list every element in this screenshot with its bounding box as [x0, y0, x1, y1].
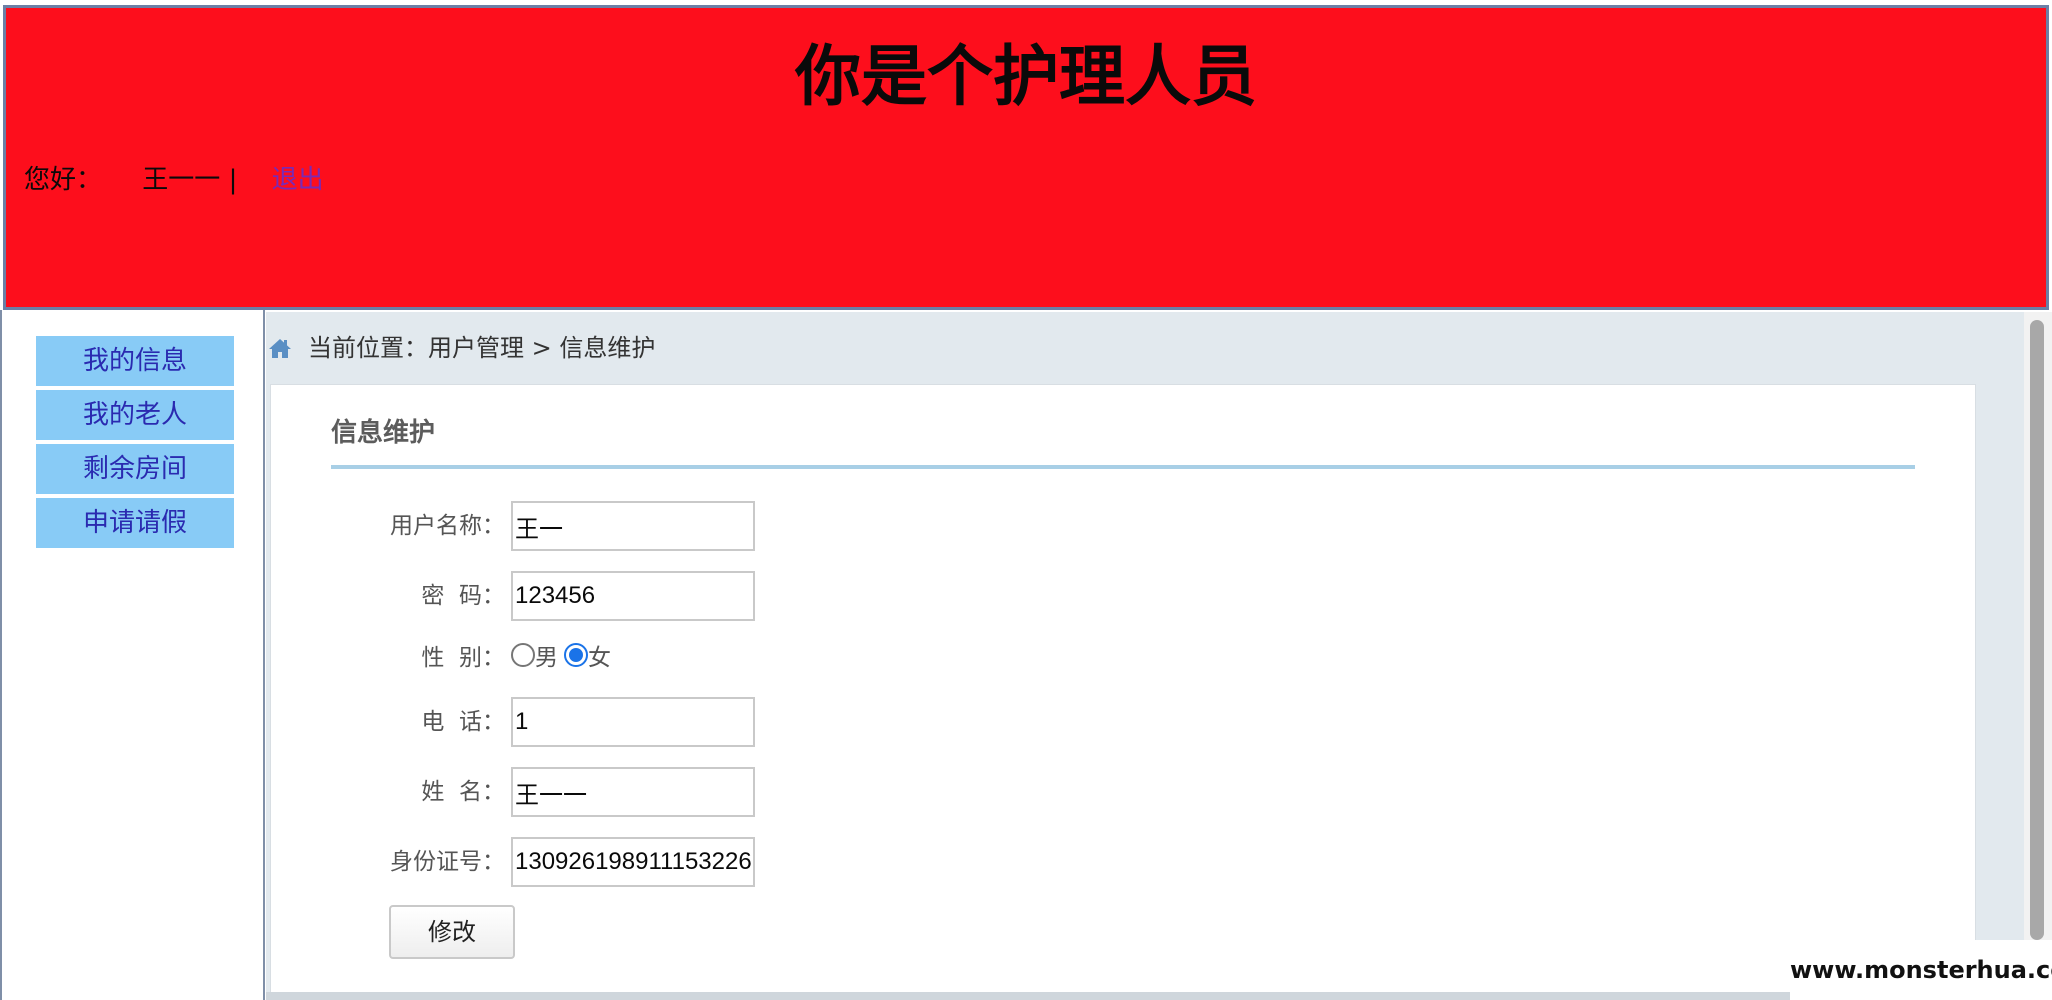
gender-radio-group: 男女 [511, 633, 617, 683]
site-title: 你是个护理人员 [795, 38, 1257, 115]
panel-divider [331, 465, 1915, 469]
header-banner: 你是个护理人员 您好： 王一一 | 退出 [3, 5, 2049, 310]
password-input[interactable] [511, 571, 755, 621]
watermark: www.monsterhua.com [1790, 940, 2052, 1000]
password-label: 密 码： [421, 583, 505, 609]
form-row-phone: 电 话： [271, 697, 871, 747]
username-input[interactable] [511, 501, 755, 551]
home-icon [269, 339, 291, 358]
greeting-separator: | [228, 165, 238, 195]
sidebar: 我的信息 我的老人 剩余房间 申请请假 [0, 310, 265, 1000]
gender-male-label: 男 [535, 645, 558, 671]
idcard-label: 身份证号： [390, 849, 505, 875]
form-row-idcard: 身份证号： [271, 837, 871, 887]
sidebar-item-available-rooms[interactable]: 剩余房间 [36, 444, 234, 494]
form-row-realname: 姓 名： [271, 767, 871, 817]
sidebar-item-my-info[interactable]: 我的信息 [36, 336, 234, 386]
greeting-row: 您好： 王一一 | 退出 [24, 160, 324, 200]
gender-label: 性 别： [421, 645, 505, 671]
sidebar-item-my-elders[interactable]: 我的老人 [36, 390, 234, 440]
sidebar-item-request-leave[interactable]: 申请请假 [36, 498, 234, 548]
info-maintenance-panel: 信息维护 用户名称： 密 码： 性 别： 男女 电 话： 姓 名： 身份证号： [270, 384, 1976, 996]
gender-radio-female[interactable] [564, 643, 588, 667]
logout-link[interactable]: 退出 [272, 160, 324, 200]
breadcrumb-label: 当前位置： [308, 334, 428, 362]
vertical-scrollbar-thumb[interactable] [2030, 320, 2044, 940]
current-user-name: 王一一 [142, 165, 221, 195]
breadcrumb-path: 用户管理 > 信息维护 [428, 334, 656, 362]
idcard-input[interactable] [511, 837, 755, 887]
phone-input[interactable] [511, 697, 755, 747]
username-label: 用户名称： [390, 513, 505, 539]
panel-title: 信息维护 [331, 418, 436, 448]
gender-female-label: 女 [588, 645, 611, 671]
phone-label: 电 话： [421, 709, 505, 735]
realname-input[interactable] [511, 767, 755, 817]
content-frame: 当前位置： 用户管理 > 信息维护 信息维护 用户名称： 密 码： 性 别： 男… [266, 312, 2024, 1000]
form-row-gender: 性 别： 男女 [271, 633, 871, 683]
form-row-password: 密 码： [271, 571, 871, 621]
form-row-username: 用户名称： [271, 501, 871, 551]
realname-label: 姓 名： [421, 779, 505, 805]
horizontal-scrollbar[interactable] [266, 992, 1792, 1000]
submit-button[interactable]: 修改 [389, 905, 515, 959]
greeting-label: 您好： [24, 165, 103, 195]
vertical-scrollbar[interactable] [2024, 312, 2052, 1000]
gender-radio-male[interactable] [511, 643, 535, 667]
